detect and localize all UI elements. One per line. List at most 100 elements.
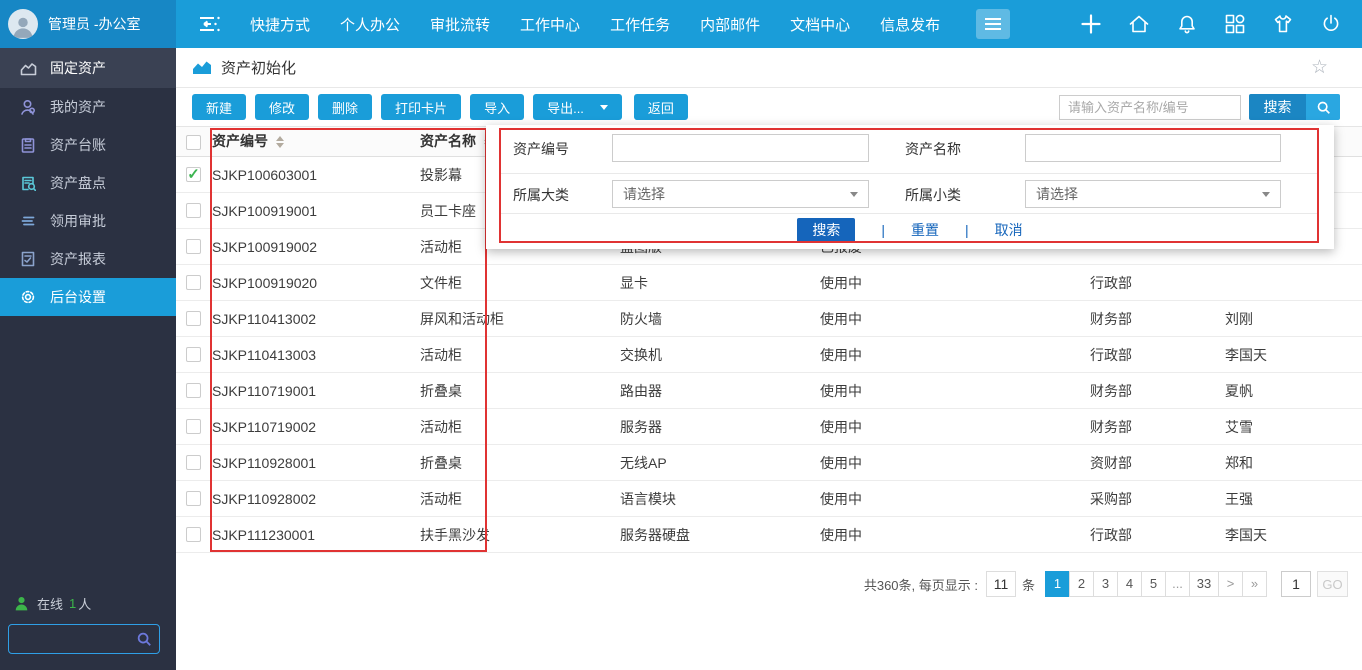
table-row-10[interactable]: SJKP111230001扶手黑沙发服务器硬盘使用中行政部李国天 <box>176 517 1362 553</box>
cell-asset-code: SJKP111230001 <box>212 517 315 553</box>
import-button[interactable]: 导入 <box>470 94 524 120</box>
page-button-33[interactable]: 33 <box>1189 571 1219 597</box>
row-checkbox[interactable] <box>186 527 201 542</box>
power-icon <box>1320 13 1342 35</box>
home-button[interactable] <box>1128 13 1150 35</box>
sidebar-item-label: 后台设置 <box>50 287 106 307</box>
delete-button[interactable]: 删除 <box>318 94 372 120</box>
cell-department: 资财部 <box>1090 445 1132 481</box>
row-checkbox[interactable]: ✓ <box>186 167 201 182</box>
cell-department: 行政部 <box>1090 517 1132 553</box>
table-row-8[interactable]: SJKP110928001折叠桌无线AP使用中资财部郑和 <box>176 445 1362 481</box>
row-checkbox[interactable] <box>186 239 201 254</box>
filter-asset-name-input[interactable] <box>1025 134 1281 162</box>
table-row-4[interactable]: SJKP110413002屏风和活动柜防火墙使用中财务部刘刚 <box>176 301 1362 337</box>
collapse-menu-icon[interactable] <box>198 15 224 33</box>
row-checkbox[interactable] <box>186 383 201 398</box>
export-button[interactable]: 导出... <box>533 94 622 120</box>
row-checkbox[interactable] <box>186 311 201 326</box>
filter-subcategory-label: 所属小类 <box>905 179 961 211</box>
top-menu-item-7[interactable]: 信息发布 <box>880 14 940 35</box>
table-row-7[interactable]: SJKP110719002活动柜服务器使用中财务部艾雪 <box>176 409 1362 445</box>
cell-asset-code: SJKP100919001 <box>212 193 317 229</box>
theme-button[interactable] <box>1272 13 1294 35</box>
sidebar-search-input[interactable] <box>9 632 136 647</box>
filter-subcategory-select[interactable]: 请选择 <box>1025 180 1281 208</box>
page-button-2[interactable]: 2 <box>1069 571 1094 597</box>
bell-button[interactable] <box>1176 13 1198 35</box>
filter-search-button[interactable]: 搜索 <box>797 218 855 243</box>
new-button[interactable]: 新建 <box>192 94 246 120</box>
sidebar-item-my-assets[interactable]: 我的资产 <box>0 88 176 126</box>
back-button[interactable]: 返回 <box>634 94 688 120</box>
top-menu-item-5[interactable]: 内部邮件 <box>700 14 760 35</box>
table-row-9[interactable]: SJKP110928002活动柜语言模块使用中采购部王强 <box>176 481 1362 517</box>
next-page-button[interactable]: > <box>1218 571 1243 597</box>
filter-category-select[interactable]: 请选择 <box>612 180 869 208</box>
apps-button[interactable] <box>1224 13 1246 35</box>
sidebar-item-fixed-assets[interactable]: 固定资产 <box>0 48 176 88</box>
topbar-main: 快捷方式 个人办公 审批流转 工作中心 工作任务 内部邮件 文档中心 信息发布 <box>176 0 1362 48</box>
top-menu-item-6[interactable]: 文档中心 <box>790 14 850 35</box>
search-icon[interactable] <box>1306 94 1340 120</box>
online-label: 在线 <box>37 594 63 613</box>
apps-icon <box>1224 13 1246 35</box>
filter-cancel-button[interactable]: 取消 <box>995 220 1023 240</box>
cell-person: 郑和 <box>1225 445 1253 481</box>
page-button-5[interactable]: 5 <box>1141 571 1166 597</box>
bell-icon <box>1176 13 1198 35</box>
search-icon[interactable] <box>136 631 152 647</box>
sidebar-item-label: 固定资产 <box>50 58 106 78</box>
table-row-5[interactable]: SJKP110413003活动柜交换机使用中行政部李国天 <box>176 337 1362 373</box>
row-checkbox[interactable] <box>186 347 201 362</box>
sidebar-item-asset-reports[interactable]: 资产报表 <box>0 240 176 278</box>
page-jump-input[interactable] <box>1281 571 1311 597</box>
cell-asset-name: 折叠桌 <box>420 373 462 409</box>
search-button[interactable]: 搜索 <box>1249 94 1340 120</box>
page-button-4[interactable]: 4 <box>1117 571 1142 597</box>
app-window: 管理员 -办公室 快捷方式 个人办公 审批流转 工作中心 工作任务 内部邮件 文档中心 信息发… <box>0 0 1362 670</box>
page-button-3[interactable]: 3 <box>1093 571 1118 597</box>
page-size-input[interactable]: 11 <box>986 571 1016 597</box>
column-header-asset-name[interactable]: 资产名称 <box>420 127 492 156</box>
ledger-icon <box>20 137 37 153</box>
cell-person: 李国天 <box>1225 517 1267 553</box>
filter-reset-button[interactable]: 重置 <box>911 220 939 240</box>
filter-asset-code-input[interactable] <box>612 134 869 162</box>
table-row-3[interactable]: SJKP100919020文件柜显卡使用中行政部 <box>176 265 1362 301</box>
sidebar-item-requisition-approval[interactable]: 领用审批 <box>0 202 176 240</box>
page-button-1[interactable]: 1 <box>1045 571 1070 597</box>
edit-button[interactable]: 修改 <box>255 94 309 120</box>
power-button[interactable] <box>1320 13 1342 35</box>
sort-icon[interactable] <box>276 136 284 148</box>
sidebar-item-admin-settings[interactable]: 后台设置 <box>0 278 176 316</box>
row-checkbox[interactable] <box>186 275 201 290</box>
print-card-button[interactable]: 打印卡片 <box>381 94 461 120</box>
column-header-asset-code[interactable]: 资产编号 <box>212 127 284 156</box>
user-menu[interactable]: 管理员 -办公室 <box>0 0 176 48</box>
row-checkbox[interactable] <box>186 203 201 218</box>
top-menu-item-4[interactable]: 工作任务 <box>610 14 670 35</box>
top-menu-item-3[interactable]: 工作中心 <box>520 14 580 35</box>
inventory-icon <box>20 175 37 191</box>
row-checkbox[interactable] <box>186 455 201 470</box>
go-button[interactable]: GO <box>1317 571 1348 597</box>
plus-button[interactable] <box>1080 13 1102 35</box>
row-checkbox[interactable] <box>186 491 201 506</box>
sidebar-item-asset-inventory[interactable]: 资产盘点 <box>0 164 176 202</box>
sidebar-item-asset-ledger[interactable]: 资产台账 <box>0 126 176 164</box>
last-page-button[interactable]: » <box>1242 571 1267 597</box>
top-menu-item-0[interactable]: 快捷方式 <box>250 14 310 35</box>
hamburger-menu-button[interactable] <box>976 9 1010 39</box>
asset-search-input[interactable] <box>1059 95 1241 120</box>
favorite-star-icon[interactable]: ☆ <box>1311 56 1328 79</box>
top-menu-item-1[interactable]: 个人办公 <box>340 14 400 35</box>
cell-status: 使用中 <box>820 517 862 553</box>
cell-related-item: 显卡 <box>620 265 648 301</box>
gear-icon <box>20 289 37 305</box>
select-all-checkbox[interactable] <box>186 135 201 150</box>
table-row-6[interactable]: SJKP110719001折叠桌路由器使用中财务部夏帆 <box>176 373 1362 409</box>
top-menu-item-2[interactable]: 审批流转 <box>430 14 490 35</box>
top-menu: 快捷方式 个人办公 审批流转 工作中心 工作任务 内部邮件 文档中心 信息发布 <box>250 14 970 35</box>
row-checkbox[interactable] <box>186 419 201 434</box>
